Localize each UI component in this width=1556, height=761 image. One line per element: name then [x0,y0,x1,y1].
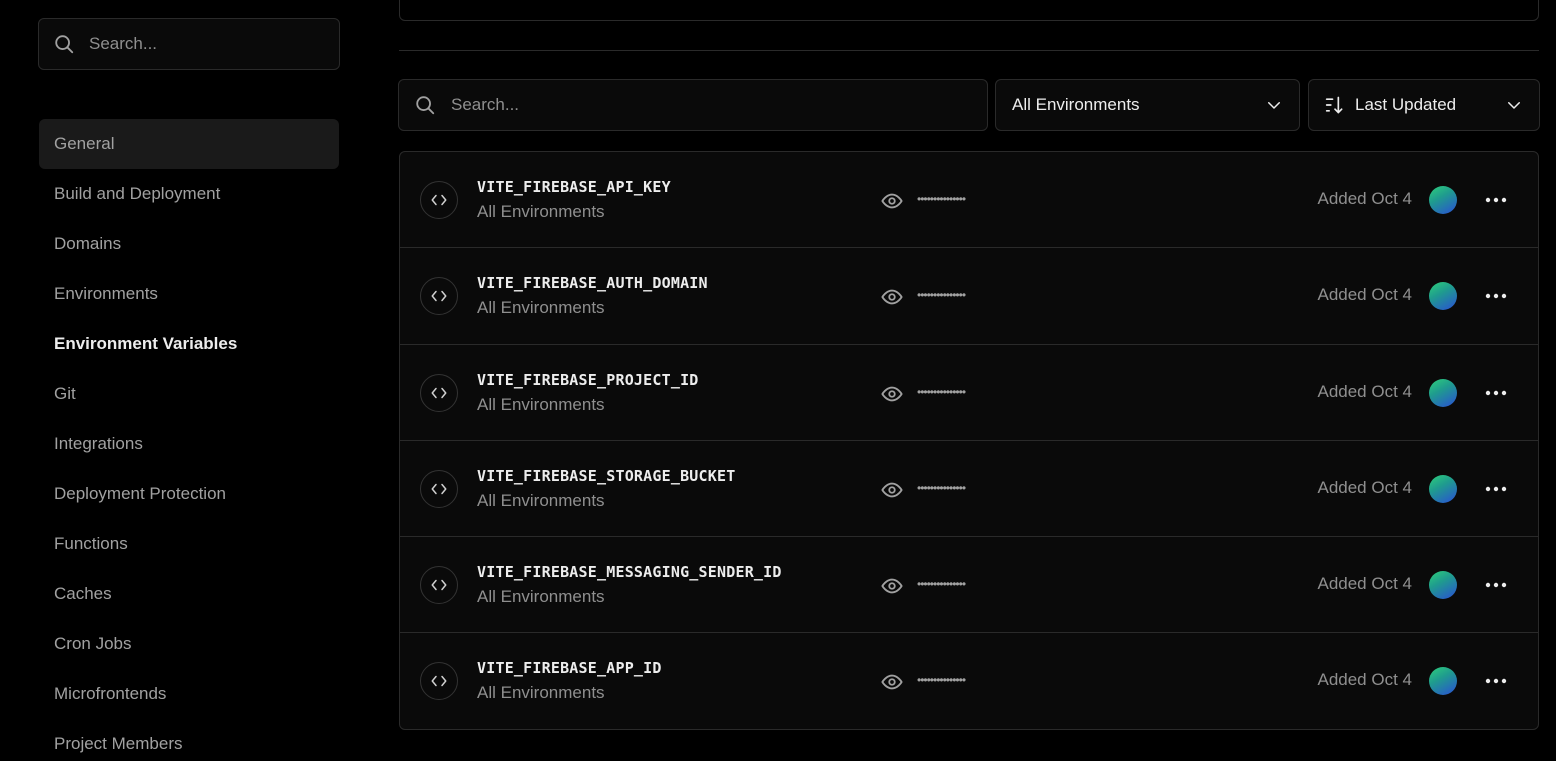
eye-icon[interactable] [881,383,903,405]
env-variable-row[interactable]: VITE_FIREBASE_PROJECT_ID All Environment… [400,345,1538,441]
sidebar-item-project-members[interactable]: Project Members [39,719,339,761]
sort-value: Last Updated [1355,95,1457,114]
variable-name: VITE_FIREBASE_PROJECT_ID [477,370,699,389]
sidebar-search-input[interactable]: Search... [38,18,340,70]
code-icon [420,469,458,508]
environment-filter-select[interactable]: All Environments [995,79,1300,131]
search-icon [416,96,435,115]
environment-filter-value: All Environments [1012,95,1140,114]
masked-value: ••••••••••••••• [917,192,966,206]
sidebar-item-general[interactable]: General [39,119,339,169]
masked-value: ••••••••••••••• [917,384,966,399]
masked-value: ••••••••••••••• [917,288,966,303]
chevron-down-icon [1268,102,1280,109]
variables-search-placeholder: Search... [451,95,520,114]
search-icon [55,35,74,54]
variables-search-input[interactable]: Search... [398,79,988,131]
variable-environment: All Environments [477,490,605,510]
added-date: Added Oct 4 [1317,381,1412,401]
code-icon [420,566,458,605]
variable-environment: All Environments [477,683,605,703]
more-horizontal-icon[interactable] [1484,190,1508,210]
more-horizontal-icon[interactable] [1484,671,1508,691]
eye-icon[interactable] [881,190,903,212]
variable-environment: All Environments [477,298,605,318]
avatar [1429,378,1457,407]
sort-select[interactable]: Last Updated [1308,79,1540,131]
sidebar-item-microfrontends[interactable]: Microfrontends [39,669,339,719]
env-variable-row[interactable]: VITE_FIREBASE_APP_ID All Environments ••… [400,633,1538,729]
code-icon [420,373,458,412]
added-date: Added Oct 4 [1317,477,1412,497]
more-horizontal-icon[interactable] [1484,575,1508,595]
eye-icon[interactable] [881,671,903,693]
more-horizontal-icon[interactable] [1484,479,1508,499]
sidebar-item-build-and-deployment[interactable]: Build and Deployment [39,169,339,219]
sidebar-item-environments[interactable]: Environments [39,269,339,319]
eye-icon[interactable] [881,479,903,501]
variable-name: VITE_FIREBASE_APP_ID [477,659,662,678]
sidebar-item-functions[interactable]: Functions [39,519,339,569]
previous-section-card [399,0,1539,21]
variable-name: VITE_FIREBASE_MESSAGING_SENDER_ID [477,563,782,582]
sidebar-search-placeholder: Search... [89,34,158,53]
env-variables-list: VITE_FIREBASE_API_KEY All Environments •… [399,151,1539,730]
more-horizontal-icon[interactable] [1484,286,1508,306]
chevron-down-icon [1508,102,1520,109]
app-root: Search... General Build and Deployment D… [0,0,1556,761]
variable-environment: All Environments [477,587,605,607]
added-date: Added Oct 4 [1317,189,1412,208]
sidebar-item-cron-jobs[interactable]: Cron Jobs [39,619,339,669]
eye-icon[interactable] [881,286,903,308]
env-variable-row[interactable]: VITE_FIREBASE_AUTH_DOMAIN All Environmen… [400,248,1538,345]
variable-environment: All Environments [477,202,605,221]
code-icon [420,662,458,701]
avatar [1429,474,1457,503]
sidebar-item-deployment-protection[interactable]: Deployment Protection [39,469,339,519]
variable-name: VITE_FIREBASE_STORAGE_BUCKET [477,466,736,485]
avatar [1429,571,1457,600]
added-date: Added Oct 4 [1317,574,1412,594]
avatar [1429,186,1457,214]
env-variable-row[interactable]: VITE_FIREBASE_MESSAGING_SENDER_ID All En… [400,537,1538,634]
variable-environment: All Environments [477,394,605,414]
code-icon [420,277,458,316]
variable-name: VITE_FIREBASE_AUTH_DOMAIN [477,274,708,293]
sidebar-item-caches[interactable]: Caches [39,569,339,619]
env-variable-row[interactable]: VITE_FIREBASE_STORAGE_BUCKET All Environ… [400,441,1538,538]
variable-name: VITE_FIREBASE_API_KEY [477,178,671,196]
code-icon [420,181,458,219]
avatar [1429,667,1457,696]
settings-nav: General Build and Deployment Domains Env… [39,119,339,761]
sidebar-item-environment-variables[interactable]: Environment Variables [39,319,339,369]
avatar [1429,282,1457,311]
env-variable-row[interactable]: VITE_FIREBASE_API_KEY All Environments •… [400,152,1538,249]
sidebar-item-integrations[interactable]: Integrations [39,419,339,469]
masked-value: ••••••••••••••• [917,577,966,592]
sidebar-item-domains[interactable]: Domains [39,219,339,269]
eye-icon[interactable] [881,575,903,597]
sort-icon [1325,96,1343,114]
masked-value: ••••••••••••••• [917,480,966,495]
masked-value: ••••••••••••••• [917,673,966,688]
added-date: Added Oct 4 [1317,285,1412,305]
section-divider [399,50,1539,51]
added-date: Added Oct 4 [1317,670,1412,690]
sidebar-item-git[interactable]: Git [39,369,339,419]
more-horizontal-icon[interactable] [1484,383,1508,403]
